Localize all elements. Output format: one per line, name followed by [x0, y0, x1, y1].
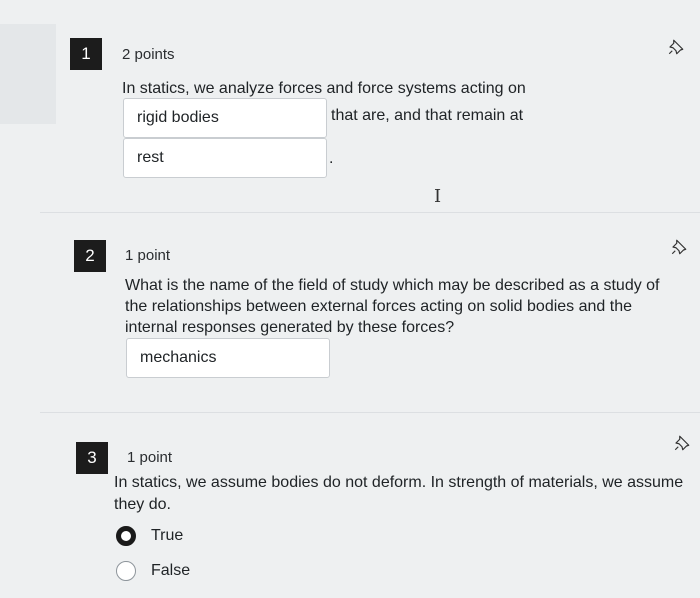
option-true[interactable]: True: [116, 526, 183, 546]
pin-icon[interactable]: [667, 38, 685, 56]
question-points: 1 point: [125, 247, 171, 264]
option-false[interactable]: False: [116, 561, 190, 581]
question-text-line: In statics, we assume bodies do not defo…: [114, 474, 684, 491]
pin-icon[interactable]: [670, 238, 688, 256]
pin-icon[interactable]: [673, 434, 691, 452]
question-text-line: internal responses generated by these fo…: [125, 319, 455, 336]
fill-blank-input-2[interactable]: rest: [123, 138, 327, 178]
text-cursor-icon: I: [434, 186, 442, 207]
question-points: 2 points: [122, 46, 175, 63]
question-points: 1 point: [127, 449, 173, 466]
answer-input[interactable]: mechanics: [126, 338, 330, 378]
question-number-badge: 1: [70, 38, 102, 70]
question-text-middle: that are, and that remain at: [331, 107, 524, 124]
question-text-line: they do.: [114, 496, 171, 513]
question-text: In statics, we analyze forces and force …: [122, 80, 526, 97]
radio-button[interactable]: [116, 561, 136, 581]
question-divider: [40, 212, 700, 213]
question-number-badge: 2: [74, 240, 106, 272]
question-text-line: the relationships between external force…: [125, 298, 632, 315]
question-number-badge: 3: [76, 442, 108, 474]
question-text-line: What is the name of the field of study w…: [125, 277, 660, 294]
question-text-end: .: [329, 150, 334, 167]
fill-blank-input-1[interactable]: rigid bodies: [123, 98, 327, 138]
option-label: True: [151, 527, 184, 544]
question-divider: [40, 412, 700, 413]
option-label: False: [151, 562, 191, 579]
left-margin-shade: [0, 24, 56, 124]
radio-button-selected[interactable]: [116, 526, 136, 546]
